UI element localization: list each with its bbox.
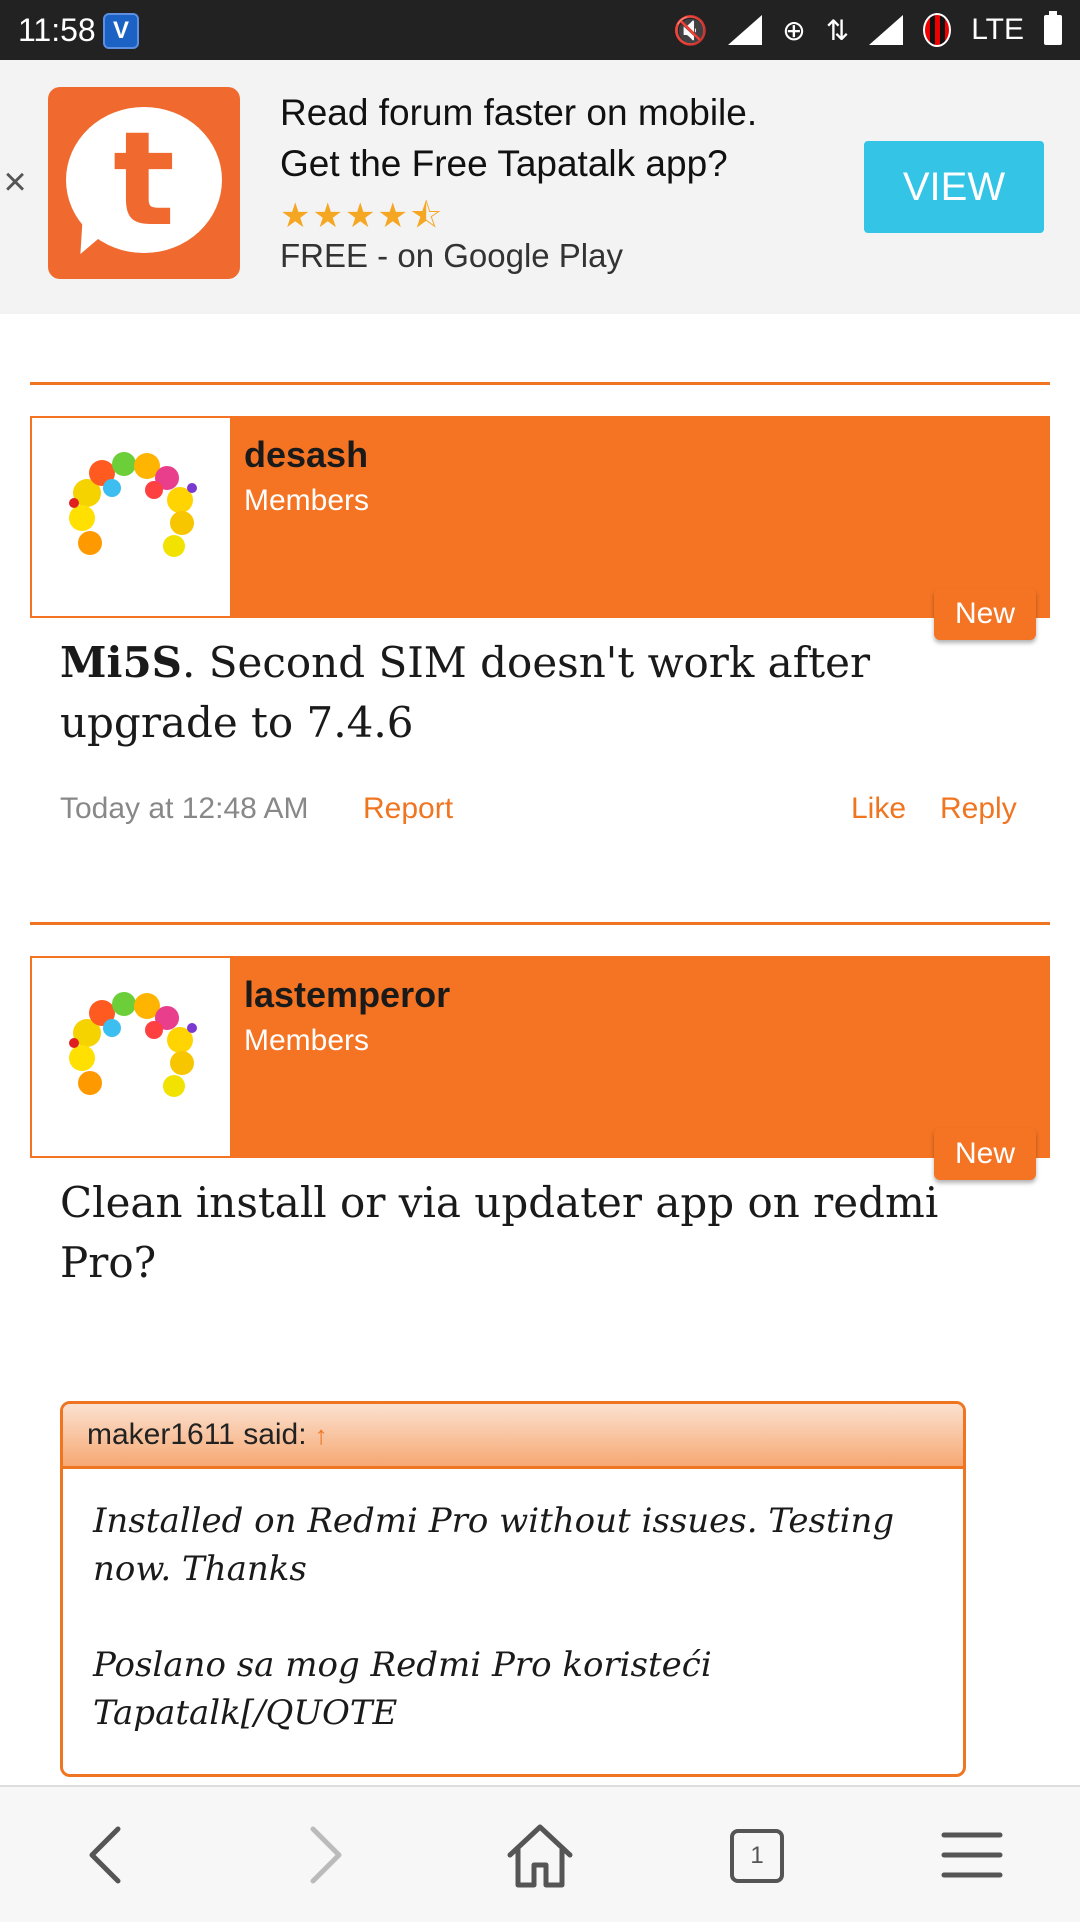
quote-author: maker1611 said: xyxy=(87,1418,307,1451)
banner-store-text: FREE - on Google Play xyxy=(280,237,623,274)
post-title-text: . Second SIM doesn't work after upgrade … xyxy=(60,638,871,747)
post-title: Clean install or via updater app on redm… xyxy=(60,1178,939,1287)
close-icon[interactable]: × xyxy=(0,160,30,205)
forward-icon[interactable] xyxy=(283,1815,363,1895)
post-user-role: Members xyxy=(244,1024,370,1057)
tapatalk-logo-icon[interactable]: t xyxy=(48,87,240,279)
avatar[interactable] xyxy=(30,956,232,1158)
mute-icon: 🔇 xyxy=(673,14,709,46)
network-type: LTE xyxy=(971,13,1024,46)
battery-icon xyxy=(1044,11,1062,45)
post-title-bold: Mi5S xyxy=(60,638,183,687)
avatar-image xyxy=(69,452,197,578)
divider xyxy=(30,922,1050,925)
post-username[interactable]: desash xyxy=(244,434,368,476)
post-user-role: Members xyxy=(244,484,370,517)
banner-subheadline: Get the Free Tapatalk app? xyxy=(280,143,728,184)
banner-headline: Read forum faster on mobile. xyxy=(280,92,758,133)
home-icon[interactable] xyxy=(500,1815,580,1895)
post-author-header: lastemperor Members xyxy=(30,956,1050,1158)
post-timestamp[interactable]: Today at 12:48 AM xyxy=(60,792,309,826)
tabs-button[interactable]: 1 xyxy=(716,1815,796,1895)
signal-icon xyxy=(728,15,763,45)
view-button[interactable]: VIEW xyxy=(864,141,1044,233)
quote-header: maker1611 said: ↑ xyxy=(63,1404,963,1469)
tabs-count: 1 xyxy=(730,1829,784,1883)
divider xyxy=(30,382,1050,385)
app-notification-icon: V xyxy=(103,13,139,49)
signal-icon-2 xyxy=(869,15,904,45)
like-link[interactable]: Like xyxy=(851,792,906,826)
back-icon[interactable] xyxy=(68,1815,148,1895)
club-logo-icon xyxy=(923,13,952,47)
avatar[interactable] xyxy=(30,416,232,618)
status-icons: 🔇 ⊕ ⇅ LTE xyxy=(673,10,1062,50)
status-bar: 11:58 V 🔇 ⊕ ⇅ LTE xyxy=(0,0,1080,60)
report-link[interactable]: Report xyxy=(363,792,453,826)
post-username[interactable]: lastemperor xyxy=(244,974,450,1016)
browser-bottom-nav: 1 xyxy=(0,1785,1080,1922)
quote-paragraph: Installed on Redmi Pro without issues. T… xyxy=(93,1501,895,1589)
post-author-header: desash Members xyxy=(30,416,1050,618)
app-promo-banner: × t Read forum faster on mobile. Get the… xyxy=(0,60,1080,314)
avatar-image xyxy=(69,992,197,1118)
jump-to-quote-icon[interactable]: ↑ xyxy=(315,1420,328,1450)
post-title: Mi5S. Second SIM doesn't work after upgr… xyxy=(60,633,960,753)
data-arrows-icon: ⇅ xyxy=(825,14,850,46)
status-time: 11:58 xyxy=(18,12,96,48)
reply-link[interactable]: Reply xyxy=(940,792,1017,826)
quote-block: maker1611 said: ↑ Installed on Redmi Pro … xyxy=(60,1401,966,1777)
menu-icon[interactable] xyxy=(932,1815,1012,1895)
quote-body: Installed on Redmi Pro without issues. T… xyxy=(63,1469,963,1737)
quote-paragraph: Poslano sa mog Redmi Pro koristeći Tapat… xyxy=(93,1645,712,1733)
vpn-icon: ⊕ xyxy=(782,14,806,46)
